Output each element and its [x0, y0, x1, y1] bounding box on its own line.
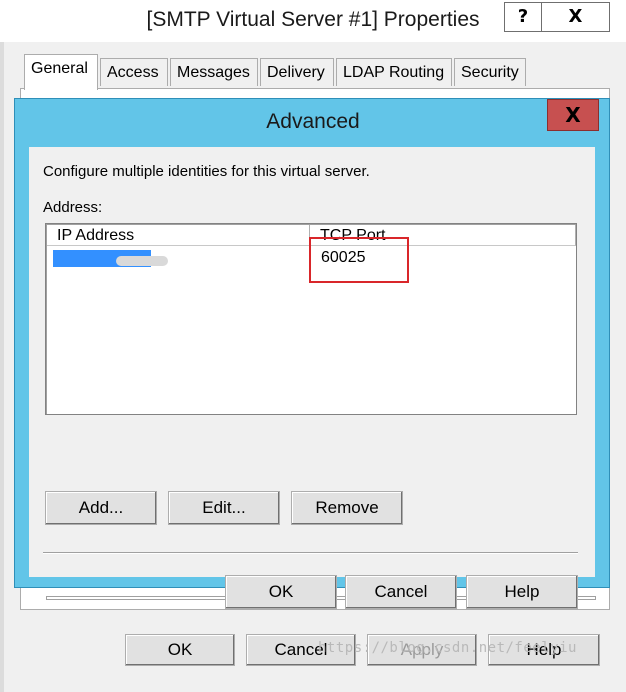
- close-dialog-button[interactable]: X: [547, 99, 599, 131]
- window-edge: [0, 42, 4, 692]
- separator: [43, 552, 578, 554]
- tab-ldap-routing[interactable]: LDAP Routing: [336, 58, 452, 86]
- annotation-highlight-box: [309, 237, 409, 283]
- tab-messages[interactable]: Messages: [170, 58, 258, 86]
- add-button[interactable]: Add...: [45, 491, 157, 525]
- title-bar: [SMTP Virtual Server #1] Properties ? X: [0, 0, 626, 42]
- redaction-blur: [116, 256, 168, 266]
- tab-security[interactable]: Security: [454, 58, 526, 86]
- dialog-ok-button[interactable]: OK: [225, 575, 337, 609]
- watermark-text: https://blog.csdn.net/feelyiu: [318, 640, 577, 656]
- address-list[interactable]: IP Address TCP Port 60025: [45, 223, 577, 415]
- remove-button[interactable]: Remove: [291, 491, 403, 525]
- tab-general[interactable]: General: [24, 54, 98, 90]
- dialog-help-button[interactable]: Help: [466, 575, 578, 609]
- tab-access[interactable]: Access: [100, 58, 168, 86]
- dialog-cancel-button[interactable]: Cancel: [345, 575, 457, 609]
- ok-button[interactable]: OK: [125, 634, 235, 666]
- close-titlebar-button[interactable]: X: [542, 2, 610, 32]
- description-text: Configure multiple identities for this v…: [43, 163, 370, 180]
- address-label: Address:: [43, 199, 103, 216]
- advanced-dialog: Advanced X Configure multiple identities…: [14, 98, 610, 609]
- help-titlebar-button[interactable]: ?: [504, 2, 542, 32]
- edit-button[interactable]: Edit...: [168, 491, 280, 525]
- dialog-client-area: Configure multiple identities for this v…: [29, 147, 595, 609]
- tab-delivery[interactable]: Delivery: [260, 58, 334, 86]
- dialog-title: Advanced: [266, 110, 360, 133]
- column-header-ip-address[interactable]: IP Address: [47, 225, 310, 246]
